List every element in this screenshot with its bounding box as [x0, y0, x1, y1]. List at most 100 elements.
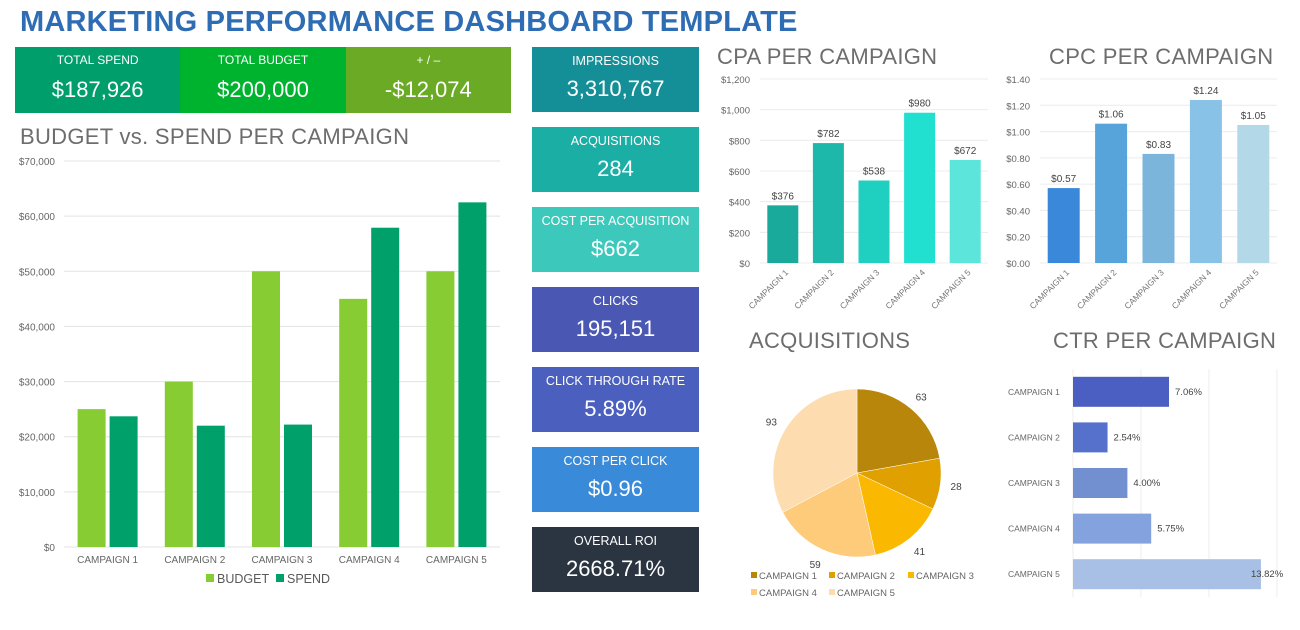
data-label: 59: [810, 560, 822, 571]
y-tick-label: $800: [729, 136, 750, 147]
kpi-label: CLICKS: [592, 294, 639, 308]
total-spend-label: TOTAL SPEND: [56, 53, 139, 67]
bar-spend: [371, 227, 400, 548]
x-tick-label: CAMPAIGN 3: [1122, 267, 1166, 311]
kpi-label: OVERALL ROI: [574, 534, 657, 548]
x-tick-label: CAMPAIGN 3: [252, 555, 313, 566]
bar-spend: [458, 202, 487, 547]
bar-spend: [196, 425, 225, 547]
kpi-label: IMPRESSIONS: [572, 54, 659, 68]
data-label: 7.06%: [1175, 387, 1202, 398]
x-tick-label: CAMPAIGN 5: [426, 555, 487, 566]
y-tick-label: $40,000: [19, 322, 56, 333]
bar: [1073, 376, 1170, 407]
x-tick-label: CAMPAIGN 4: [883, 267, 927, 311]
data-label: 2.54%: [1114, 432, 1141, 443]
kpi-click-through-rate: CLICK THROUGH RATE 5.89%: [532, 367, 699, 432]
bar-budget: [339, 298, 368, 547]
x-tick-label: CAMPAIGN 2: [1075, 267, 1119, 311]
data-label: $980: [908, 99, 931, 110]
y-tick-label: CAMPAIGN 2: [1008, 432, 1060, 442]
bar: [858, 180, 890, 263]
y-tick-label: $0: [44, 543, 56, 554]
x-tick-label: CAMPAIGN 5: [1217, 267, 1261, 311]
kpi-impressions: IMPRESSIONS 3,310,767: [532, 47, 699, 112]
legend-swatch: [206, 574, 214, 582]
bar: [767, 205, 799, 263]
cpa-chart: $0 $200 $400 $600 $800 $1,000 $1,200 $376 CAMPAI…: [721, 75, 988, 311]
legend-label: CAMPAIGN 1: [759, 571, 817, 582]
bar: [1095, 123, 1128, 263]
data-label: $376: [772, 191, 795, 202]
x-tick-label: CAMPAIGN 1: [1027, 267, 1071, 311]
kpi-label: ACQUISITIONS: [570, 134, 661, 148]
budget-vs-spend-chart: $0 $10,000 $20,000 $30,000 $40,000 $50,000 $60…: [19, 157, 500, 586]
legend-label: CAMPAIGN 2: [837, 571, 895, 582]
cpc-chart: $0.00 $0.20 $0.40 $0.60 $0.80 $1.00 $1.20 $1.40…: [1006, 75, 1277, 311]
legend-swatch: [908, 572, 914, 578]
data-label: 28: [951, 482, 963, 493]
y-tick-label: $1.40: [1006, 75, 1030, 86]
legend-swatch: [751, 589, 757, 595]
y-tick-label: $400: [729, 198, 750, 209]
kpi-label: COST PER CLICK: [563, 454, 668, 468]
bar: [1142, 153, 1175, 263]
bar: [1189, 100, 1222, 264]
kpi-acquisitions: ACQUISITIONS 284: [532, 127, 699, 192]
y-tick-label: $0.60: [1006, 180, 1030, 191]
kpi-cost-per-acquisition: COST PER ACQUISITION $662: [532, 207, 699, 272]
data-label: $1.24: [1193, 86, 1218, 97]
data-label: 13.82%: [1251, 569, 1284, 580]
variance-card: + / – -$12,074: [345, 47, 511, 113]
x-tick-label: CAMPAIGN 4: [1170, 267, 1214, 311]
y-tick-label: $0.40: [1006, 206, 1030, 217]
legend-label: CAMPAIGN 5: [837, 588, 895, 599]
data-label: $1.06: [1099, 110, 1124, 121]
x-tick-label: CAMPAIGN 5: [929, 267, 973, 311]
acquisitions-pie-chart: 63 28 41 59 93 CAMPAIGN 1 CAMPAIGN 2 CAMPAIGN 3…: [751, 388, 974, 599]
data-label: $0.83: [1146, 140, 1171, 151]
bar-spend: [284, 424, 312, 547]
data-label: 41: [914, 547, 926, 558]
y-tick-label: $30,000: [19, 378, 56, 389]
kpi-value: $662: [591, 236, 640, 261]
kpi-label: COST PER ACQUISITION: [541, 214, 690, 228]
cpc-chart-title: CPC PER CAMPAIGN: [1049, 44, 1274, 69]
x-tick-label: CAMPAIGN 1: [77, 555, 138, 566]
total-budget-label: TOTAL BUDGET: [217, 53, 309, 67]
data-label: 63: [916, 392, 928, 403]
y-tick-label: $1,200: [721, 75, 750, 86]
kpi-value: 2668.71%: [565, 556, 666, 581]
legend-swatch: [829, 572, 835, 578]
y-tick-label: $0: [739, 259, 750, 270]
kpi-value: 284: [597, 156, 634, 181]
bar: [1047, 188, 1080, 263]
total-budget-card: TOTAL BUDGET $200,000: [180, 47, 346, 113]
y-tick-label: $70,000: [19, 157, 56, 168]
kpi-clicks: CLICKS 195,151: [532, 287, 699, 352]
bar-budget: [426, 271, 455, 547]
bar: [1237, 125, 1270, 263]
y-tick-label: CAMPAIGN 4: [1008, 524, 1060, 534]
legend-label: SPEND: [287, 572, 330, 586]
x-tick-label: CAMPAIGN 4: [339, 555, 400, 566]
legend-label: CAMPAIGN 3: [916, 571, 974, 582]
bar-budget: [252, 271, 280, 547]
y-tick-label: $0.00: [1006, 259, 1030, 270]
budget-spend-chart-title: BUDGET vs. SPEND PER CAMPAIGN: [20, 124, 410, 149]
ctr-chart: CAMPAIGN 1 7.06% CAMPAIGN 2 2.54% CAMPAIGN 3…: [1008, 369, 1284, 597]
bar-budget: [77, 409, 106, 547]
y-tick-label: $1.00: [1006, 128, 1030, 139]
y-tick-label: $600: [729, 167, 750, 178]
bar: [949, 159, 981, 263]
legend-swatch: [829, 589, 835, 595]
legend-swatch: [751, 572, 757, 578]
y-tick-label: $1.20: [1006, 101, 1030, 112]
y-tick-label: $50,000: [19, 267, 56, 278]
y-tick-label: CAMPAIGN 5: [1008, 569, 1060, 579]
summary-row: TOTAL SPEND $187,926 TOTAL BUDGET $200,0…: [15, 47, 511, 113]
bar: [1073, 513, 1152, 544]
total-spend-card: TOTAL SPEND $187,926: [15, 47, 181, 113]
bar: [1073, 468, 1128, 498]
kpi-value: 3,310,767: [566, 76, 665, 101]
